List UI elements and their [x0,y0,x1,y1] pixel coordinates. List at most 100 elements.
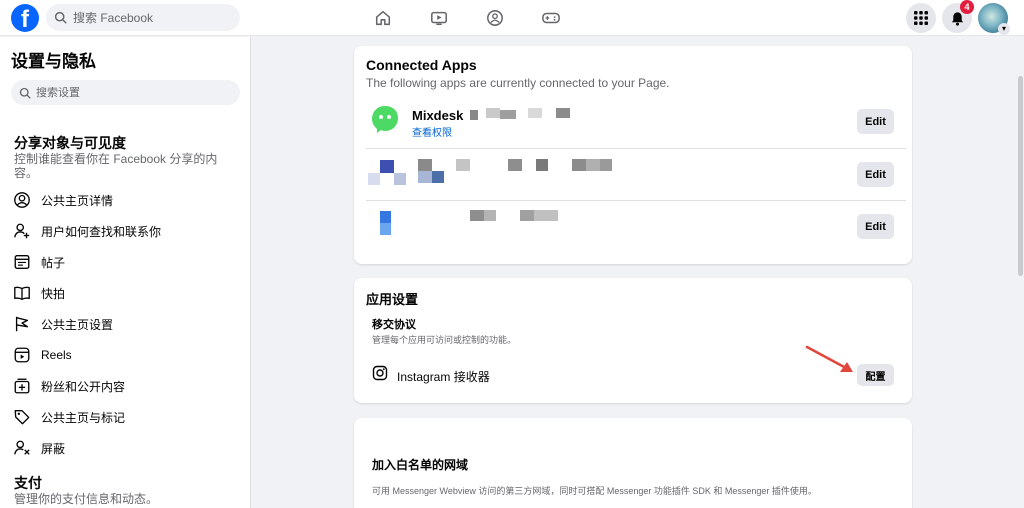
redacted-area [508,159,522,171]
person-add-icon [12,221,32,241]
instagram-icon [372,365,388,381]
sidebar-item-label: 用户如何查找和联系你 [41,224,162,239]
menu-button[interactable] [906,3,936,33]
sidebar-item-label: 帖子 [41,255,66,270]
edit-app-button[interactable]: Edit [857,109,894,134]
account-avatar[interactable]: ▾ [978,3,1010,35]
redacted-area [470,210,484,221]
topbar-actions: 4 ▾ [906,0,1010,35]
redacted-area [556,108,570,118]
settings-search-box[interactable] [11,80,240,105]
nav-groups[interactable] [467,0,523,36]
connected-apps-subtitle: The following apps are currently connect… [366,76,670,90]
redacted-area [534,210,558,221]
redacted-area [418,159,432,171]
sidebar-item-label: 公共主页设置 [41,317,114,332]
sidebar-item-tagging[interactable]: 公共主页与标记 [12,404,240,430]
connected-app-row: Edit [366,149,906,201]
chevron-down-icon: ▾ [998,23,1010,35]
app-settings-card: 应用设置 移交协议 管理每个应用可访问或控制的功能。 Instagram 接收器… [354,278,912,403]
configure-button[interactable]: 配置 [857,364,894,386]
home-icon [375,10,391,26]
whitelisted-domains-card: 加入白名单的网域 可用 Messenger Webview 访问的第三方网域，同… [354,418,912,508]
sidebar-item-page-settings[interactable]: 公共主页设置 [12,311,240,337]
video-icon [431,11,447,26]
person-circle-icon [12,190,32,210]
red-arrow-annotation [805,345,853,372]
redacted-area [470,110,478,120]
section-desc-payments: 管理你的支付信息和动态。 [14,492,159,506]
redacted-area [432,171,444,183]
flag-icon [12,314,32,334]
section-title-audience: 分享对象与可见度 [14,135,126,151]
settings-sidebar: 设置与隐私 分享对象与可见度 控制谁能查看你在 Facebook 分享的内容。 … [0,37,251,508]
connected-apps-title: Connected Apps [366,57,477,73]
sidebar-item-label: 公共主页与标记 [41,410,126,425]
section-desc-audience: 控制谁能查看你在 Facebook 分享的内容。 [14,152,218,180]
redacted-area [500,110,516,119]
sidebar-item-followers[interactable]: 粉丝和公开内容 [12,373,240,399]
main-nav [355,0,579,36]
facebook-search-input[interactable] [73,10,223,25]
sidebar-item-label: 快拍 [41,286,66,301]
notification-badge: 4 [960,0,974,14]
redacted-app-icon [394,173,406,185]
post-icon [12,252,32,272]
redacted-area [600,159,612,171]
sidebar-item-label: 公共主页详情 [41,193,114,208]
redacted-app-icon [368,173,380,185]
sidebar-item-page-details[interactable]: 公共主页详情 [12,187,240,213]
reels-icon [12,345,32,365]
notifications-button[interactable]: 4 [942,0,974,33]
view-permissions-link[interactable]: 查看权限 [412,124,452,139]
redacted-area [536,159,548,171]
connected-app-row: Edit [366,201,906,253]
sidebar-item-reels[interactable]: Reels [12,342,240,368]
edit-app-button[interactable]: Edit [857,214,894,239]
block-user-icon [12,438,32,458]
redacted-area [586,159,600,171]
redacted-area [418,171,432,183]
redacted-area [528,108,542,118]
sidebar-item-label: 屏蔽 [41,441,66,456]
page-scrollbar[interactable] [1017,36,1024,508]
sidebar-item-label: 粉丝和公开内容 [41,379,126,394]
plus-box-icon [12,376,32,396]
edit-app-button[interactable]: Edit [857,162,894,187]
redacted-app-icon [380,211,391,223]
mixdesk-logo [372,106,398,133]
settings-search-input[interactable] [36,86,226,99]
grid-menu-icon [914,11,928,25]
redacted-area [520,210,534,221]
sidebar-item-find-contact[interactable]: 用户如何查找和联系你 [12,218,240,244]
connected-app-row: Mixdesk 查看权限 Edit [366,96,906,149]
nav-video[interactable] [411,0,467,36]
app-name-mixdesk: Mixdesk [412,108,464,123]
handover-protocol-desc: 管理每个应用可访问或控制的功能。 [372,335,517,345]
sidebar-item-label: Reels [41,348,72,362]
app-settings-title: 应用设置 [366,292,419,307]
whitelisted-domains-desc: 可用 Messenger Webview 访问的第三方网域，同时可搭配 Mess… [372,486,817,496]
scrollbar-thumb[interactable] [1018,76,1023,276]
sidebar-item-posts[interactable]: 帖子 [12,249,240,275]
facebook-search-box[interactable] [46,4,240,31]
redacted-area [572,159,586,171]
instagram-receiver-label: Instagram 接收器 [397,370,490,384]
sidebar-item-blocking[interactable]: 屏蔽 [12,435,240,461]
handover-protocol-title: 移交协议 [372,319,416,331]
top-navigation-bar: f 4 ▾ [0,0,1024,36]
search-icon [19,87,31,99]
book-icon [12,283,32,303]
sidebar-item-stories[interactable]: 快拍 [12,280,240,306]
connected-apps-card: Connected Apps The following apps are cu… [354,46,912,264]
tag-icon [12,407,32,427]
search-icon [54,11,67,24]
redacted-area [456,159,470,171]
facebook-logo[interactable]: f [11,4,39,32]
redacted-area [486,108,500,118]
nav-gaming[interactable] [523,0,579,36]
nav-home[interactable] [355,0,411,36]
groups-icon [487,10,503,26]
redacted-area [484,210,496,221]
whitelisted-domains-title: 加入白名单的网域 [372,458,469,472]
